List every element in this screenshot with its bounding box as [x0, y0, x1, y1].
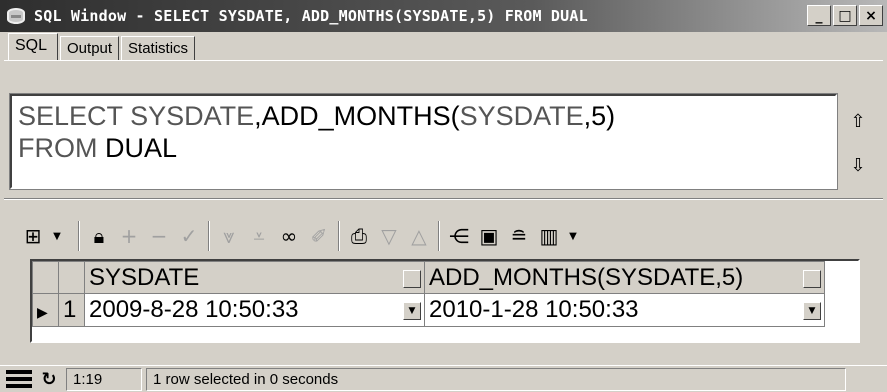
- sql-window: SQL Window - SELECT SYSDATE, ADD_MONTHS(…: [0, 0, 887, 392]
- editor-line-2: FROM DUAL: [12, 132, 835, 164]
- column-menu-button[interactable]: [403, 270, 421, 288]
- function-args-end: ,5): [583, 101, 616, 131]
- scroll-down-icon[interactable]: ⇩: [843, 152, 873, 178]
- minimize-button[interactable]: _: [807, 5, 831, 26]
- window-title: SQL Window - SELECT SYSDATE, ADD_MONTHS(…: [34, 7, 588, 25]
- current-row-indicator-icon: ▶: [32, 293, 59, 327]
- column-header-sysdate[interactable]: SYSDATE: [84, 261, 425, 294]
- export-icon[interactable]: ⎙: [346, 221, 372, 251]
- corner-cell[interactable]: [32, 261, 59, 294]
- check-icon[interactable]: ✓: [176, 221, 202, 251]
- lock-icon[interactable]: 🔒︎: [86, 221, 112, 251]
- grid-header-row: SYSDATE ADD_MONTHS(SYSDATE,5): [32, 261, 825, 294]
- row-number: 1: [58, 293, 85, 327]
- minus-icon[interactable]: −: [146, 221, 172, 251]
- function-add-months: ,ADD_MONTHS(: [254, 101, 460, 131]
- tab-statistics[interactable]: Statistics: [121, 36, 196, 60]
- chart-icon[interactable]: ▥: [536, 221, 562, 251]
- results-toolbar: ⊞ ▼ 🔒︎ + − ✓ ⩔ ⩡ ∞ ✐ ⎙ ▽ △ ⋲ ▣ ≘ ▥ ▼: [20, 218, 592, 254]
- column-header-add-months[interactable]: ADD_MONTHS(SYSDATE,5): [424, 261, 825, 294]
- cursor-position: 1:19: [66, 367, 142, 391]
- row-num-header: [58, 261, 85, 294]
- cell-add-months[interactable]: 2010-1-28 10:50:33 ▼: [424, 293, 825, 327]
- grid-dropdown-icon[interactable]: ▼: [44, 221, 70, 251]
- close-button[interactable]: ×: [859, 5, 883, 26]
- filter-icon[interactable]: ⩔: [216, 221, 242, 251]
- keyword-sysdate: SYSDATE: [130, 101, 255, 131]
- cell-dropdown-icon[interactable]: ▼: [803, 302, 821, 320]
- menu-bars-icon[interactable]: [6, 368, 32, 390]
- title-bar[interactable]: SQL Window - SELECT SYSDATE, ADD_MONTHS(…: [0, 0, 887, 32]
- plus-icon[interactable]: +: [116, 221, 142, 251]
- status-message: 1 row selected in 0 seconds: [146, 367, 846, 391]
- maximize-button[interactable]: □: [833, 5, 857, 26]
- save-icon[interactable]: ▣: [476, 221, 502, 251]
- table-row[interactable]: ▶ 1 2009-8-28 10:50:33 ▼ 2010-1-28 10:50:…: [32, 293, 825, 327]
- eraser-icon[interactable]: ✐: [306, 221, 332, 251]
- grid-icon[interactable]: ⊞: [20, 221, 46, 251]
- binoculars-icon[interactable]: ∞: [276, 221, 302, 251]
- refresh-icon[interactable]: ↻: [36, 368, 62, 390]
- tab-bar: SQL Output Statistics: [8, 33, 196, 60]
- keyword-from: FROM: [18, 133, 105, 163]
- sql-editor[interactable]: SELECT SYSDATE,ADD_MONTHS(SYSDATE,5) FRO…: [9, 93, 838, 190]
- cell-sysdate[interactable]: 2009-8-28 10:50:33 ▼: [84, 293, 425, 327]
- keyword-select: SELECT: [18, 101, 131, 131]
- database-icon[interactable]: ≘: [506, 221, 532, 251]
- results-grid: SYSDATE ADD_MONTHS(SYSDATE,5) ▶ 1 2009-8…: [30, 259, 860, 343]
- chart-dropdown-icon[interactable]: ▼: [560, 221, 586, 251]
- tab-output[interactable]: Output: [60, 36, 120, 60]
- status-bar: ↻ 1:19 1 row selected in 0 seconds: [0, 365, 887, 392]
- tree-icon[interactable]: ⋲: [446, 221, 472, 251]
- clear-filter-icon[interactable]: ⩡: [246, 221, 272, 251]
- sort-desc-icon[interactable]: ▽: [376, 221, 402, 251]
- sort-asc-icon[interactable]: △: [406, 221, 432, 251]
- scroll-up-icon[interactable]: ⇧: [843, 108, 873, 134]
- cell-dropdown-icon[interactable]: ▼: [403, 302, 421, 320]
- database-app-icon: [4, 5, 28, 27]
- tab-sql[interactable]: SQL: [8, 33, 59, 60]
- editor-line-1: SELECT SYSDATE,ADD_MONTHS(SYSDATE,5): [12, 100, 835, 132]
- column-menu-button[interactable]: [803, 270, 821, 288]
- table-name: DUAL: [105, 133, 178, 163]
- keyword-sysdate-arg: SYSDATE: [459, 101, 584, 131]
